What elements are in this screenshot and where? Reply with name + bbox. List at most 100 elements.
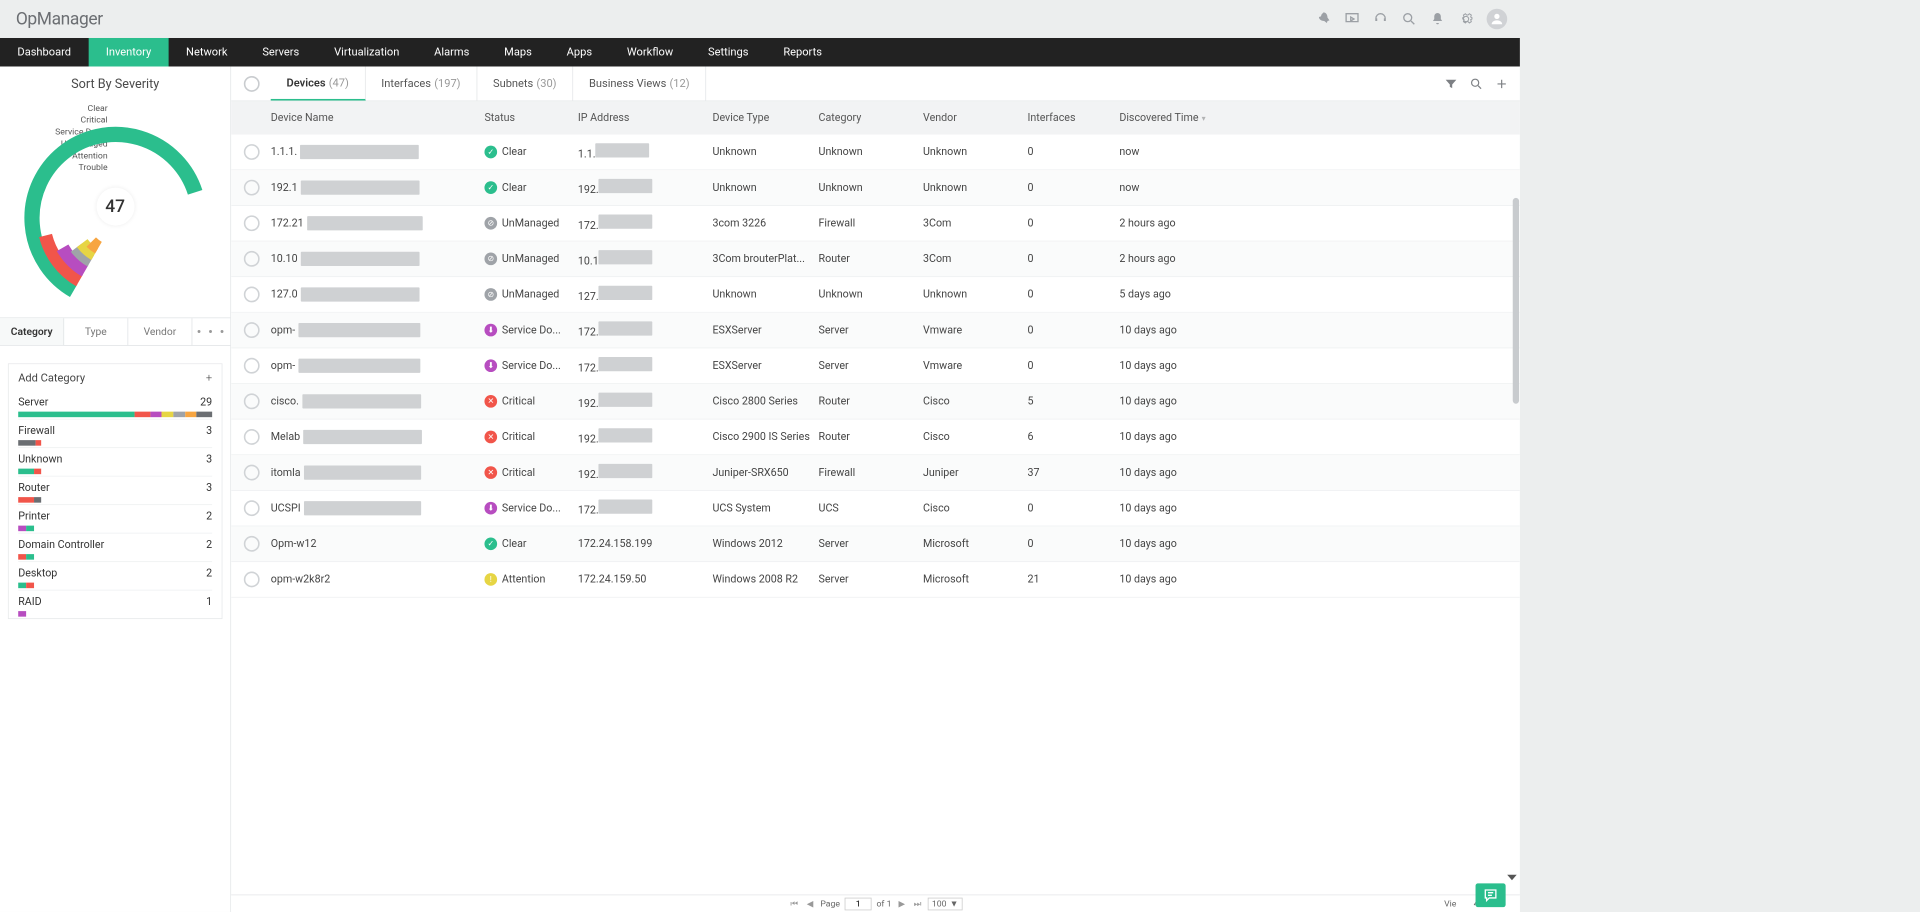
col-ip[interactable]: IP Address xyxy=(578,112,713,125)
headset-icon[interactable] xyxy=(1373,11,1389,27)
nav-reports[interactable]: Reports xyxy=(766,38,839,66)
table-row[interactable]: 10.10 ⊘UnManaged 10.1 3Com brouterPlat..… xyxy=(231,241,1520,277)
row-checkbox[interactable] xyxy=(244,500,260,516)
nav-inventory[interactable]: Inventory xyxy=(88,38,168,66)
presentation-icon[interactable] xyxy=(1344,11,1360,27)
category-row[interactable]: Firewall3 xyxy=(18,419,212,447)
nav-dashboard[interactable]: Dashboard xyxy=(0,38,88,66)
nav-alarms[interactable]: Alarms xyxy=(417,38,487,66)
add-icon[interactable] xyxy=(1495,76,1509,90)
row-checkbox[interactable] xyxy=(244,215,260,231)
table-row[interactable]: cisco. ✕Critical 192. Cisco 2800 Series … xyxy=(231,384,1520,420)
status-icon: ! xyxy=(484,573,497,586)
status-icon: ✕ xyxy=(484,431,497,444)
sort-by-severity-title: Sort By Severity xyxy=(0,66,230,95)
pager-last[interactable]: ⏭ xyxy=(912,898,923,909)
category-row[interactable]: Router3 xyxy=(18,476,212,504)
table-row[interactable]: 1.1.1. ✓Clear 1.1. Unknown Unknown Unkno… xyxy=(231,135,1520,171)
pager-page-input[interactable] xyxy=(845,897,872,910)
row-checkbox[interactable] xyxy=(244,393,260,409)
add-category-label: Add Category xyxy=(18,372,85,385)
avatar[interactable] xyxy=(1487,9,1508,30)
nav-settings[interactable]: Settings xyxy=(691,38,766,66)
category-row[interactable]: Unknown3 xyxy=(18,447,212,475)
severity-donut[interactable]: ClearCriticalService DownUnManagedAttent… xyxy=(0,96,230,318)
select-all-checkbox[interactable] xyxy=(244,76,260,92)
table-row[interactable]: 192.1 ✓Clear 192. Unknown Unknown Unknow… xyxy=(231,170,1520,206)
row-checkbox[interactable] xyxy=(244,287,260,303)
status-icon: ✓ xyxy=(484,146,497,159)
app-logo: OpManager xyxy=(16,9,103,29)
table-row[interactable]: 127.0 ⊘UnManaged 127. Unknown Unknown Un… xyxy=(231,277,1520,313)
col-discovered-time[interactable]: Discovered Time▾ xyxy=(1119,112,1520,125)
tab-subnets[interactable]: Subnets (30) xyxy=(477,66,573,100)
table-row[interactable]: opm- ⬇Service Do... 172. ESXServer Serve… xyxy=(231,348,1520,384)
table-row[interactable]: Opm-w12 ✓Clear 172.24.158.199 Windows 20… xyxy=(231,526,1520,562)
pager-next[interactable]: ▶ xyxy=(896,898,907,908)
nav-maps[interactable]: Maps xyxy=(487,38,549,66)
row-checkbox[interactable] xyxy=(244,429,260,445)
tab-business-views[interactable]: Business Views (12) xyxy=(573,66,706,100)
nav-network[interactable]: Network xyxy=(169,38,245,66)
pager-first[interactable]: ⏮ xyxy=(789,898,800,909)
table-row[interactable]: itomla ✕Critical 192. Juniper-SRX650 Fir… xyxy=(231,455,1520,491)
category-row[interactable]: Domain Controller2 xyxy=(18,533,212,561)
sidebar-tab-type[interactable]: Type xyxy=(64,318,128,345)
table-row[interactable]: Melab ✕Critical 192. Cisco 2900 IS Serie… xyxy=(231,420,1520,456)
status-icon: ⊘ xyxy=(484,288,497,301)
tab-interfaces[interactable]: Interfaces (197) xyxy=(365,66,477,100)
scrollbar[interactable] xyxy=(1513,198,1519,404)
chat-collapse-icon[interactable] xyxy=(1507,875,1516,881)
nav-apps[interactable]: Apps xyxy=(549,38,609,66)
category-panel: Add Category + Server29Firewall3Unknown3… xyxy=(8,363,223,619)
add-category-button[interactable]: + xyxy=(206,373,212,384)
col-vendor[interactable]: Vendor xyxy=(923,112,1027,125)
tab-devices[interactable]: Devices (47) xyxy=(271,66,366,100)
table-row[interactable]: opm- ⬇Service Do... 172. ESXServer Serve… xyxy=(231,313,1520,349)
row-checkbox[interactable] xyxy=(244,465,260,481)
gear-icon[interactable] xyxy=(1458,11,1474,27)
sidebar-tab-category[interactable]: Category xyxy=(0,318,64,345)
row-checkbox[interactable] xyxy=(244,358,260,374)
pager-prev[interactable]: ◀ xyxy=(805,898,816,908)
col-interfaces[interactable]: Interfaces xyxy=(1027,112,1119,125)
row-checkbox[interactable] xyxy=(244,572,260,588)
table-header: Device Name Status IP Address Device Typ… xyxy=(231,101,1520,134)
nav-workflow[interactable]: Workflow xyxy=(609,38,690,66)
sidebar-tab-vendor[interactable]: Vendor xyxy=(128,318,192,345)
status-icon: ⬇ xyxy=(484,502,497,515)
filter-icon[interactable] xyxy=(1444,76,1458,90)
nav-virtualization[interactable]: Virtualization xyxy=(317,38,417,66)
status-icon: ⊘ xyxy=(484,253,497,266)
col-device-name[interactable]: Device Name xyxy=(271,112,485,125)
table-row[interactable]: 172.21 ⊘UnManaged 172. 3com 3226 Firewal… xyxy=(231,206,1520,242)
status-icon: ✕ xyxy=(484,466,497,479)
table-row[interactable]: UCSPI ⬇Service Do... 172. UCS System UCS… xyxy=(231,491,1520,527)
rocket-icon[interactable] xyxy=(1316,11,1332,27)
main-nav: DashboardInventoryNetworkServersVirtuali… xyxy=(0,38,1520,66)
row-checkbox[interactable] xyxy=(244,322,260,338)
row-checkbox[interactable] xyxy=(244,251,260,267)
category-row[interactable]: Server29 xyxy=(18,391,212,419)
table-search-icon[interactable] xyxy=(1469,76,1483,90)
category-row[interactable]: Printer2 xyxy=(18,504,212,532)
bell-icon[interactable] xyxy=(1430,11,1446,27)
col-status[interactable]: Status xyxy=(484,112,577,125)
chat-button[interactable] xyxy=(1476,883,1506,907)
row-checkbox[interactable] xyxy=(244,180,260,196)
col-category[interactable]: Category xyxy=(819,112,923,125)
status-icon: ✕ xyxy=(484,395,497,408)
nav-servers[interactable]: Servers xyxy=(245,38,317,66)
row-checkbox[interactable] xyxy=(244,144,260,160)
sidebar-tab-more[interactable]: • • • xyxy=(192,318,230,345)
row-checkbox[interactable] xyxy=(244,536,260,552)
table-row[interactable]: opm-w2k8r2 !Attention 172.24.159.50 Wind… xyxy=(231,562,1520,598)
search-icon[interactable] xyxy=(1401,11,1417,27)
status-icon: ✓ xyxy=(484,537,497,550)
status-icon: ✓ xyxy=(484,181,497,194)
category-row[interactable]: RAID1 xyxy=(18,590,212,618)
category-row[interactable]: Desktop2 xyxy=(18,561,212,589)
col-type[interactable]: Device Type xyxy=(712,112,818,125)
pager-size[interactable]: 100▼ xyxy=(928,897,962,910)
status-icon: ⬇ xyxy=(484,324,497,337)
